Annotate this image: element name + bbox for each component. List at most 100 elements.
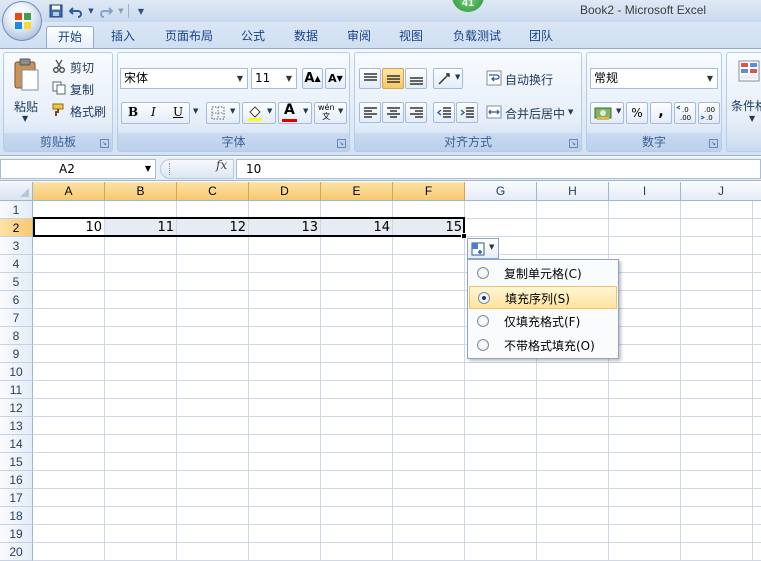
row-header[interactable]: 3 bbox=[0, 237, 33, 255]
shrink-font-icon[interactable]: A▼ bbox=[325, 68, 346, 89]
row-header[interactable]: 15 bbox=[0, 453, 33, 471]
merge-center-dropdown-icon[interactable]: ▼ bbox=[568, 108, 573, 116]
row-header[interactable]: 11 bbox=[0, 381, 33, 399]
tab-review[interactable]: 审阅 bbox=[338, 26, 380, 48]
underline-dropdown-icon[interactable]: ▼ bbox=[193, 107, 198, 115]
align-center-button[interactable] bbox=[382, 102, 404, 123]
align-bottom-button[interactable] bbox=[405, 68, 427, 89]
merge-center-label[interactable]: 合并后居中 bbox=[505, 105, 565, 122]
office-button[interactable] bbox=[2, 1, 42, 41]
wrap-text-icon[interactable] bbox=[486, 70, 502, 86]
row-header[interactable]: 1 bbox=[0, 201, 33, 219]
conditional-formatting-label[interactable]: 条件格 bbox=[731, 97, 761, 114]
row-header[interactable]: 10 bbox=[0, 363, 33, 381]
decrease-indent-button[interactable] bbox=[433, 102, 455, 123]
paste-label[interactable]: 粘贴 bbox=[14, 98, 38, 115]
font-launcher-icon[interactable]: ↘ bbox=[337, 139, 346, 148]
copy-label[interactable]: 复制 bbox=[70, 81, 94, 98]
tab-team[interactable]: 团队 bbox=[520, 26, 562, 48]
column-header-e[interactable]: E bbox=[321, 182, 393, 201]
orientation-button[interactable]: ▼ bbox=[433, 68, 463, 89]
row-header[interactable]: 6 bbox=[0, 291, 33, 309]
undo-dropdown-icon[interactable]: ▼ bbox=[88, 3, 94, 19]
paste-icon[interactable] bbox=[11, 57, 41, 93]
fill-option-copy-cells[interactable]: 复制单元格(C) bbox=[469, 262, 617, 285]
cut-icon[interactable] bbox=[52, 59, 66, 73]
tab-insert[interactable]: 插入 bbox=[100, 26, 146, 48]
row-header[interactable]: 20 bbox=[0, 543, 33, 561]
align-top-button[interactable] bbox=[359, 68, 381, 89]
decrease-decimal-button[interactable]: .00.0 bbox=[698, 102, 720, 124]
border-button[interactable]: ▼ bbox=[206, 102, 240, 124]
column-header-b[interactable]: B bbox=[105, 182, 177, 201]
radio-without-formatting[interactable] bbox=[477, 339, 489, 351]
row-header[interactable]: 13 bbox=[0, 417, 33, 435]
italic-button[interactable]: I bbox=[151, 105, 156, 119]
worksheet-grid[interactable]: A B C D E F G H I J 1 2 3 4 5 6 7 8 9 10… bbox=[0, 182, 761, 561]
name-box[interactable]: A2 ▼ bbox=[0, 159, 156, 179]
format-painter-icon[interactable] bbox=[52, 103, 66, 117]
conditional-formatting-dropdown-icon[interactable]: ▼ bbox=[749, 114, 755, 123]
tab-formulas[interactable]: 公式 bbox=[232, 26, 274, 48]
format-painter-label[interactable]: 格式刷 bbox=[70, 103, 106, 120]
undo-icon[interactable] bbox=[68, 3, 84, 19]
column-header-h[interactable]: H bbox=[537, 182, 609, 201]
number-format-select[interactable]: 常规 ▼ bbox=[590, 68, 718, 89]
row-header[interactable]: 14 bbox=[0, 435, 33, 453]
grow-font-icon[interactable]: A▲ bbox=[302, 68, 323, 89]
comma-button[interactable]: , bbox=[650, 102, 672, 124]
column-header-c[interactable]: C bbox=[177, 182, 249, 201]
merge-center-icon[interactable] bbox=[486, 104, 502, 120]
row-header[interactable]: 18 bbox=[0, 507, 33, 525]
column-header-i[interactable]: I bbox=[609, 182, 681, 201]
customize-qat-icon[interactable]: ▼ bbox=[133, 3, 149, 19]
column-header-d[interactable]: D bbox=[249, 182, 321, 201]
auto-fill-options-button[interactable]: ▼ bbox=[467, 238, 499, 259]
row-header[interactable]: 9 bbox=[0, 345, 33, 363]
phonetic-button[interactable]: wén 文 ▼ bbox=[314, 102, 347, 124]
align-left-button[interactable] bbox=[359, 102, 381, 123]
tab-home[interactable]: 开始 bbox=[46, 26, 94, 48]
font-color-button[interactable]: A ▼ bbox=[278, 102, 312, 124]
column-header-g[interactable]: G bbox=[465, 182, 537, 201]
column-header-a[interactable]: A bbox=[33, 182, 105, 201]
number-launcher-icon[interactable]: ↘ bbox=[709, 139, 718, 148]
bold-button[interactable]: B bbox=[128, 105, 138, 119]
row-header[interactable]: 17 bbox=[0, 489, 33, 507]
font-size-select[interactable]: 11 ▼ bbox=[251, 68, 297, 89]
row-header[interactable]: 5 bbox=[0, 273, 33, 291]
resize-handle[interactable] bbox=[169, 163, 172, 175]
increase-indent-button[interactable] bbox=[456, 102, 478, 123]
cut-label[interactable]: 剪切 bbox=[70, 59, 94, 76]
radio-copy-cells[interactable] bbox=[477, 267, 489, 279]
row-header[interactable]: 16 bbox=[0, 471, 33, 489]
percent-button[interactable]: % bbox=[626, 102, 648, 124]
fill-option-without-formatting[interactable]: 不带格式填充(O) bbox=[469, 334, 617, 357]
tab-data[interactable]: 数据 bbox=[284, 26, 328, 48]
underline-button[interactable]: U bbox=[173, 105, 183, 119]
tab-view[interactable]: 视图 bbox=[390, 26, 432, 48]
alignment-launcher-icon[interactable]: ↘ bbox=[569, 139, 578, 148]
paste-dropdown-icon[interactable]: ▼ bbox=[22, 114, 28, 123]
increase-decimal-button[interactable]: .0.00 bbox=[674, 102, 696, 124]
row-header[interactable]: 19 bbox=[0, 525, 33, 543]
copy-icon[interactable] bbox=[52, 81, 66, 95]
radio-fill-series[interactable] bbox=[478, 292, 490, 304]
column-header-f[interactable]: F bbox=[393, 182, 465, 201]
wrap-text-label[interactable]: 自动换行 bbox=[505, 71, 553, 88]
clipboard-launcher-icon[interactable]: ↘ bbox=[100, 139, 109, 148]
align-middle-button[interactable] bbox=[382, 68, 404, 89]
conditional-formatting-icon[interactable] bbox=[737, 59, 761, 87]
tab-load-test[interactable]: 负载测试 bbox=[444, 26, 510, 48]
fill-option-fill-series[interactable]: 填充序列(S) bbox=[469, 286, 617, 309]
row-header[interactable]: 12 bbox=[0, 399, 33, 417]
column-header-j[interactable]: J bbox=[681, 182, 761, 201]
row-header[interactable]: 7 bbox=[0, 309, 33, 327]
font-name-select[interactable]: 宋体 ▼ bbox=[120, 68, 248, 89]
fill-color-button[interactable]: ▼ bbox=[242, 102, 276, 124]
align-right-button[interactable] bbox=[405, 102, 427, 123]
save-icon[interactable] bbox=[48, 3, 64, 19]
tab-page-layout[interactable]: 页面布局 bbox=[158, 26, 220, 48]
formula-input[interactable]: 10 bbox=[236, 159, 761, 179]
redo-dropdown-icon[interactable]: ▼ bbox=[118, 3, 124, 19]
